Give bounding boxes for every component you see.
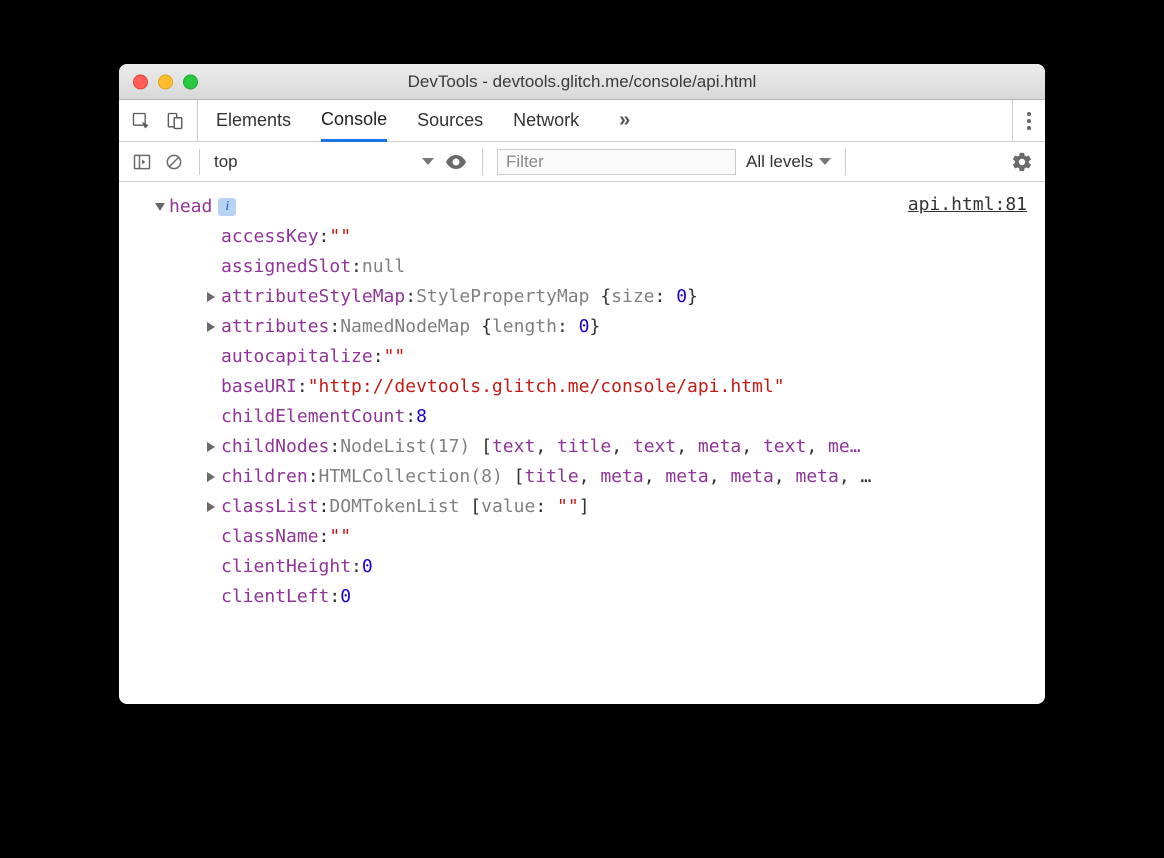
zoom-window-button[interactable] (183, 74, 198, 89)
context-label: top (214, 152, 238, 172)
property-key: autocapitalize (221, 342, 373, 372)
log-levels-select[interactable]: All levels (746, 152, 831, 172)
colon: : (319, 222, 330, 252)
tab-network[interactable]: Network (513, 100, 579, 141)
tabs-container: Elements Console Sources Network » (198, 100, 1012, 141)
property-value: 0 (340, 582, 351, 612)
property-value: 0 (362, 552, 373, 582)
property-value: "" (384, 342, 406, 372)
colon: : (297, 372, 308, 402)
tabbar-right (1012, 100, 1045, 141)
property-value: null (362, 252, 405, 282)
console-output: api.html:81 head i accessKey: ""assigned… (119, 182, 1045, 704)
property-key: classList (221, 492, 319, 522)
disclosure-triangle-right-icon[interactable] (207, 502, 215, 512)
close-window-button[interactable] (133, 74, 148, 89)
tab-sources[interactable]: Sources (417, 100, 483, 141)
object-property-row: className: "" (127, 522, 1031, 552)
object-property-row: baseURI: "http://devtools.glitch.me/cons… (127, 372, 1031, 402)
property-key: childElementCount (221, 402, 405, 432)
window-title: DevTools - devtools.glitch.me/console/ap… (119, 72, 1045, 92)
colon: : (319, 492, 330, 522)
titlebar: DevTools - devtools.glitch.me/console/ap… (119, 64, 1045, 100)
property-key: clientHeight (221, 552, 351, 582)
property-key: className (221, 522, 319, 552)
object-property-row[interactable]: children: HTMLCollection(8) [title, meta… (127, 462, 1031, 492)
colon: : (308, 462, 319, 492)
colon: : (373, 342, 384, 372)
object-property-row: accessKey: "" (127, 222, 1031, 252)
tabbar-left-icons (119, 100, 198, 141)
property-value: "" (329, 222, 351, 252)
property-value: NamedNodeMap {length: 0} (340, 312, 600, 342)
divider (845, 149, 846, 175)
object-property-row[interactable]: childNodes: NodeList(17) [text, title, t… (127, 432, 1031, 462)
colon: : (405, 402, 416, 432)
object-property-row: clientHeight: 0 (127, 552, 1031, 582)
disclosure-triangle-right-icon[interactable] (207, 292, 215, 302)
minimize-window-button[interactable] (158, 74, 173, 89)
property-key: accessKey (221, 222, 319, 252)
property-key: attributeStyleMap (221, 282, 405, 312)
object-property-row[interactable]: attributeStyleMap: StylePropertyMap {siz… (127, 282, 1031, 312)
object-property-row: autocapitalize: "" (127, 342, 1031, 372)
object-properties: accessKey: ""assignedSlot: nullattribute… (127, 222, 1031, 612)
property-value: NodeList(17) [text, title, text, meta, t… (340, 432, 860, 462)
object-property-row[interactable]: attributes: NamedNodeMap {length: 0} (127, 312, 1031, 342)
info-badge-icon[interactable]: i (218, 198, 236, 216)
disclosure-triangle-down-icon[interactable] (155, 203, 165, 211)
source-link[interactable]: api.html:81 (908, 190, 1027, 220)
live-expression-icon[interactable] (444, 150, 468, 174)
object-property-row: childElementCount: 8 (127, 402, 1031, 432)
tab-elements[interactable]: Elements (216, 100, 291, 141)
object-name: head (169, 192, 212, 222)
colon: : (329, 582, 340, 612)
property-value: StylePropertyMap {size: 0} (416, 282, 698, 312)
colon: : (351, 552, 362, 582)
property-value: 8 (416, 402, 427, 432)
console-filterbar: top All levels (119, 142, 1045, 182)
console-filter-input[interactable] (497, 149, 736, 175)
divider (199, 149, 200, 175)
property-key: clientLeft (221, 582, 329, 612)
colon: : (405, 282, 416, 312)
devtools-window: DevTools - devtools.glitch.me/console/ap… (119, 64, 1045, 704)
tabs-overflow-button[interactable]: » (609, 109, 640, 132)
object-property-row: assignedSlot: null (127, 252, 1031, 282)
toggle-console-sidebar-icon[interactable] (131, 151, 153, 173)
property-key: children (221, 462, 308, 492)
property-value: DOMTokenList [value: ""] (329, 492, 589, 522)
property-key: baseURI (221, 372, 297, 402)
console-settings-icon[interactable] (1011, 151, 1033, 173)
property-key: assignedSlot (221, 252, 351, 282)
property-value: "http://devtools.glitch.me/console/api.h… (308, 372, 785, 402)
disclosure-triangle-right-icon[interactable] (207, 322, 215, 332)
inspect-element-icon[interactable] (131, 111, 151, 131)
object-header[interactable]: head i (127, 192, 1031, 222)
divider (482, 149, 483, 175)
colon: : (351, 252, 362, 282)
property-value: HTMLCollection(8) [title, meta, meta, me… (319, 462, 872, 492)
clear-console-icon[interactable] (163, 151, 185, 173)
object-property-row: clientLeft: 0 (127, 582, 1031, 612)
traffic-lights (133, 74, 198, 89)
chevron-down-icon (819, 158, 831, 165)
device-toggle-icon[interactable] (165, 111, 185, 131)
execution-context-select[interactable]: top (214, 152, 434, 172)
object-property-row[interactable]: classList: DOMTokenList [value: ""] (127, 492, 1031, 522)
kebab-menu-icon[interactable] (1027, 112, 1031, 130)
levels-label: All levels (746, 152, 813, 172)
property-key: attributes (221, 312, 329, 342)
tab-console[interactable]: Console (321, 101, 387, 142)
property-key: childNodes (221, 432, 329, 462)
colon: : (319, 522, 330, 552)
disclosure-triangle-right-icon[interactable] (207, 472, 215, 482)
disclosure-triangle-right-icon[interactable] (207, 442, 215, 452)
devtools-tabbar: Elements Console Sources Network » (119, 100, 1045, 142)
colon: : (329, 432, 340, 462)
colon: : (329, 312, 340, 342)
chevron-down-icon (422, 158, 434, 165)
property-value: "" (329, 522, 351, 552)
